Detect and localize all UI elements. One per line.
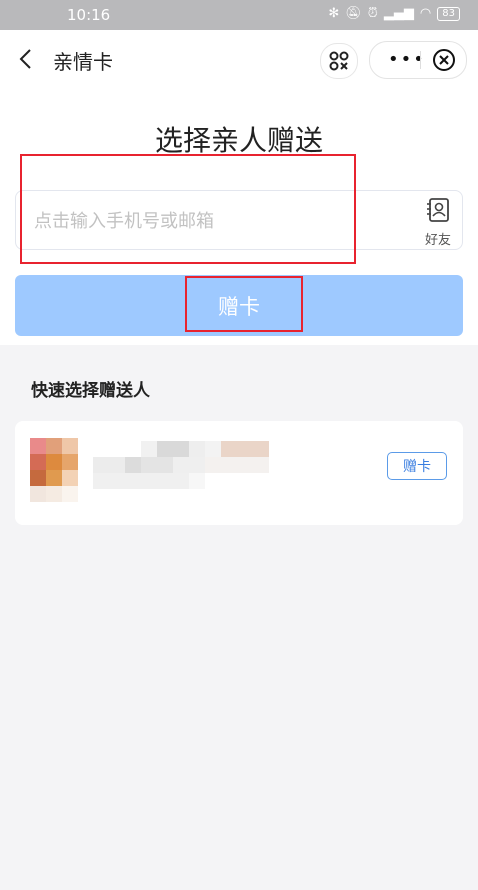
status-bar: 10:16 ✻ 🔕︎ ⏰︎ ▂▄▆ ◠ 83 — [0, 0, 478, 30]
contact-gift-button[interactable]: 赠卡 — [387, 452, 447, 480]
contact-name-blurred — [93, 441, 269, 489]
avatar — [30, 438, 78, 502]
page-title: 选择亲人赠送 — [154, 124, 323, 157]
nav-title: 亲情卡 — [53, 50, 113, 74]
wifi-icon: ◠ — [419, 6, 432, 21]
highlight-box-input — [20, 154, 356, 264]
status-icons: ✻ 🔕︎ ⏰︎ ▂▄▆ ◠ 83 — [328, 6, 460, 21]
quick-select-title: 快速选择赠送人 — [31, 381, 150, 401]
signal-icon: ▂▄▆ — [383, 6, 414, 21]
highlight-box-button — [185, 276, 303, 332]
scan-code-button[interactable] — [320, 43, 358, 79]
contact-list-item: 赠卡 — [15, 421, 463, 525]
status-time: 10:16 — [67, 6, 111, 24]
alarm-icon: ⏰︎ — [367, 6, 378, 21]
back-arrow-icon[interactable] — [16, 48, 38, 70]
mute-icon: 🔕︎ — [345, 6, 362, 21]
qr-scan-icon — [329, 51, 349, 71]
contact-book-icon — [427, 198, 449, 222]
mini-program-capsule: ••• — [369, 41, 467, 79]
friends-label: 好友 — [424, 233, 451, 248]
capsule-divider — [420, 51, 421, 69]
nav-bar: 亲情卡 ••• — [0, 30, 478, 88]
close-icon[interactable] — [432, 48, 456, 72]
bluetooth-icon: ✻ — [328, 6, 340, 21]
friends-button[interactable]: 好友 — [418, 197, 458, 248]
battery-icon: 83 — [437, 6, 460, 21]
